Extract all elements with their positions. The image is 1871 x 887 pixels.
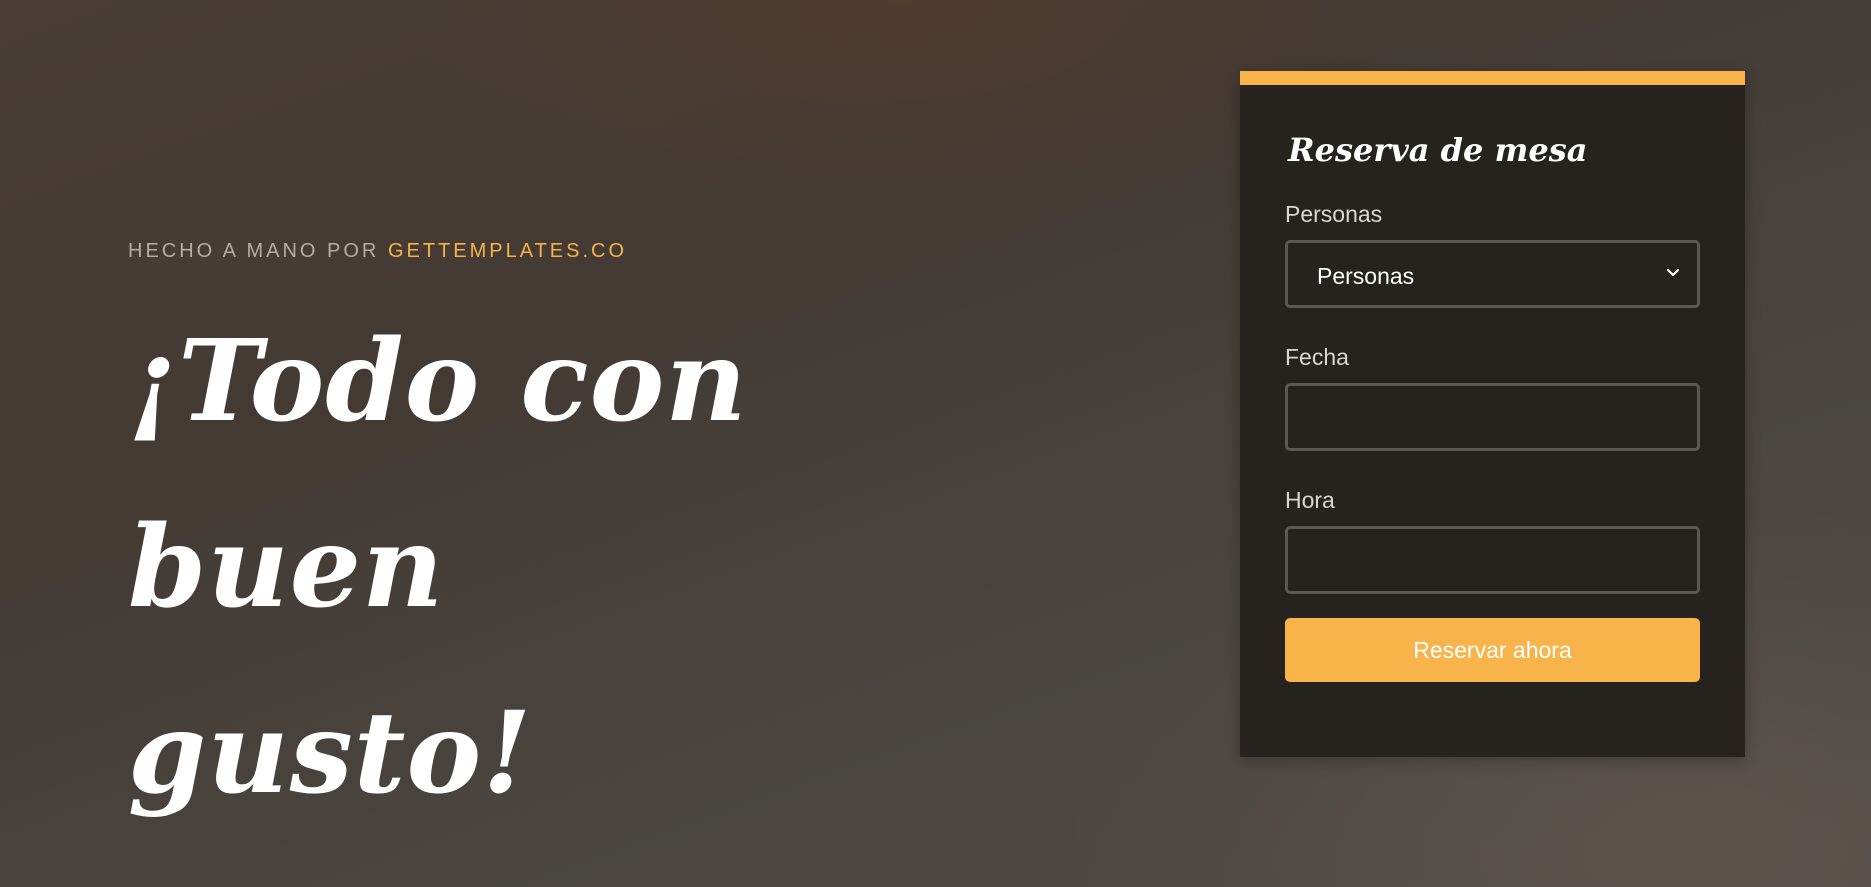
date-label: Fecha — [1285, 344, 1349, 370]
people-select[interactable]: Personas — [1285, 240, 1700, 308]
people-selected-value: Personas — [1317, 263, 1415, 289]
date-input[interactable] — [1285, 383, 1700, 451]
reservation-title: Reserva de mesa — [1288, 131, 1588, 169]
credit-line: HECHO A MANO POR GETTEMPLATES.CO — [128, 240, 948, 263]
time-input[interactable] — [1285, 526, 1700, 594]
chevron-down-icon — [1666, 268, 1680, 277]
people-label: Personas — [1285, 201, 1383, 227]
headline-line-1: ¡Todo con buen — [128, 316, 748, 633]
credit-brand-link[interactable]: GETTEMPLATES.CO — [388, 240, 627, 262]
reservation-form: Reserva de mesa Personas Personas Fecha … — [1240, 85, 1745, 682]
reservation-card: Reserva de mesa Personas Personas Fecha … — [1240, 71, 1745, 757]
hero-headline: ¡Todo con buen gusto! — [128, 289, 948, 847]
reserve-now-button[interactable]: Reservar ahora — [1285, 618, 1700, 682]
headline-line-2: gusto! — [128, 688, 533, 819]
hero-section: HECHO A MANO POR GETTEMPLATES.CO ¡Todo c… — [128, 240, 948, 847]
credit-prefix: HECHO A MANO POR — [128, 240, 388, 262]
time-label: Hora — [1285, 487, 1335, 513]
